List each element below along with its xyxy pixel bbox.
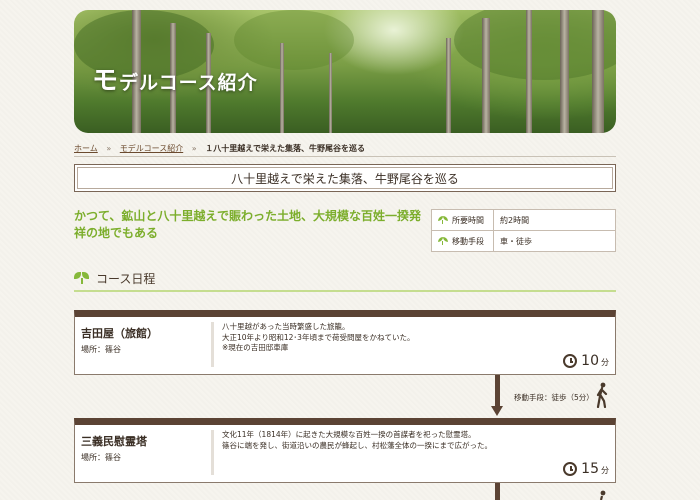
walking-person-icon <box>599 490 606 500</box>
course-spot: 三義民慰霊塔 場所：篠谷 文化11年（1814年）に起きた大規模な百姓一揆の首謀… <box>74 418 616 483</box>
spot-stay-time: 10 分 <box>563 353 609 369</box>
breadcrumb-separator: » <box>106 144 112 153</box>
spot-name: 三義民慰霊塔 <box>81 435 147 448</box>
page-title: 八十里越えで栄えた集落、牛野尾谷を巡る <box>74 164 616 192</box>
info-value: 車・徒歩 <box>493 230 616 252</box>
spot-divider <box>211 430 214 475</box>
sprout-icon <box>438 215 449 224</box>
sprout-icon <box>74 272 90 284</box>
spot-stay-time: 15 分 <box>563 461 609 477</box>
spot-place: 場所：篠谷 <box>81 345 121 354</box>
breadcrumb-divider <box>74 156 616 157</box>
hero-banner: モデルコース紹介 <box>74 10 616 133</box>
hero-title: モデルコース紹介 <box>92 66 258 96</box>
section-heading: コース日程 <box>74 266 616 290</box>
section-divider <box>74 290 616 292</box>
breadcrumb-home-link[interactable]: ホーム <box>74 144 98 153</box>
breadcrumb-current: １八十里越えで栄えた集落、牛野尾谷を巡る <box>205 144 365 153</box>
walking-person-icon <box>596 382 608 408</box>
spot-place: 場所：篠谷 <box>81 453 121 462</box>
move-method: 移動手段：徒歩（5分） <box>514 393 594 402</box>
spot-description: 文化11年（1814年）に起きた大規模な百姓一揆の首謀者を祀った慰霊塔。 篠谷に… <box>222 430 492 450</box>
info-label: 移動手段 <box>452 236 484 246</box>
clock-icon <box>563 354 578 368</box>
info-row-duration: 所要時間 約2時間 <box>431 209 616 231</box>
spot-description: 八十里越があった当時繁盛した旅籠。 大正10年より昭和12･3年頃まで荷受問屋を… <box>222 322 415 352</box>
course-spot: 吉田屋（旅館） 場所：篠谷 八十里越があった当時繁盛した旅籠。 大正10年より昭… <box>74 310 616 375</box>
course-lead: かつて、鉱山と八十里越えで賑わった土地、大規模な百姓一揆発祥の地でもある <box>74 209 422 240</box>
route-connector <box>495 375 500 407</box>
clock-icon <box>563 462 578 476</box>
route-connector <box>495 483 500 500</box>
breadcrumb-separator: » <box>191 144 197 153</box>
info-label: 所要時間 <box>452 215 484 225</box>
info-row-transport: 移動手段 車・徒歩 <box>431 230 616 252</box>
info-value: 約2時間 <box>493 209 616 231</box>
breadcrumb-model-course-link[interactable]: モデルコース紹介 <box>120 144 183 153</box>
spot-divider <box>211 322 214 367</box>
arrow-down-icon <box>491 406 503 416</box>
breadcrumb: ホーム » モデルコース紹介 » １八十里越えで栄えた集落、牛野尾谷を巡る <box>74 143 616 154</box>
spot-name: 吉田屋（旅館） <box>81 327 158 340</box>
course-info-table: 所要時間 約2時間 移動手段 車・徒歩 <box>431 209 616 252</box>
sprout-icon <box>438 236 449 245</box>
